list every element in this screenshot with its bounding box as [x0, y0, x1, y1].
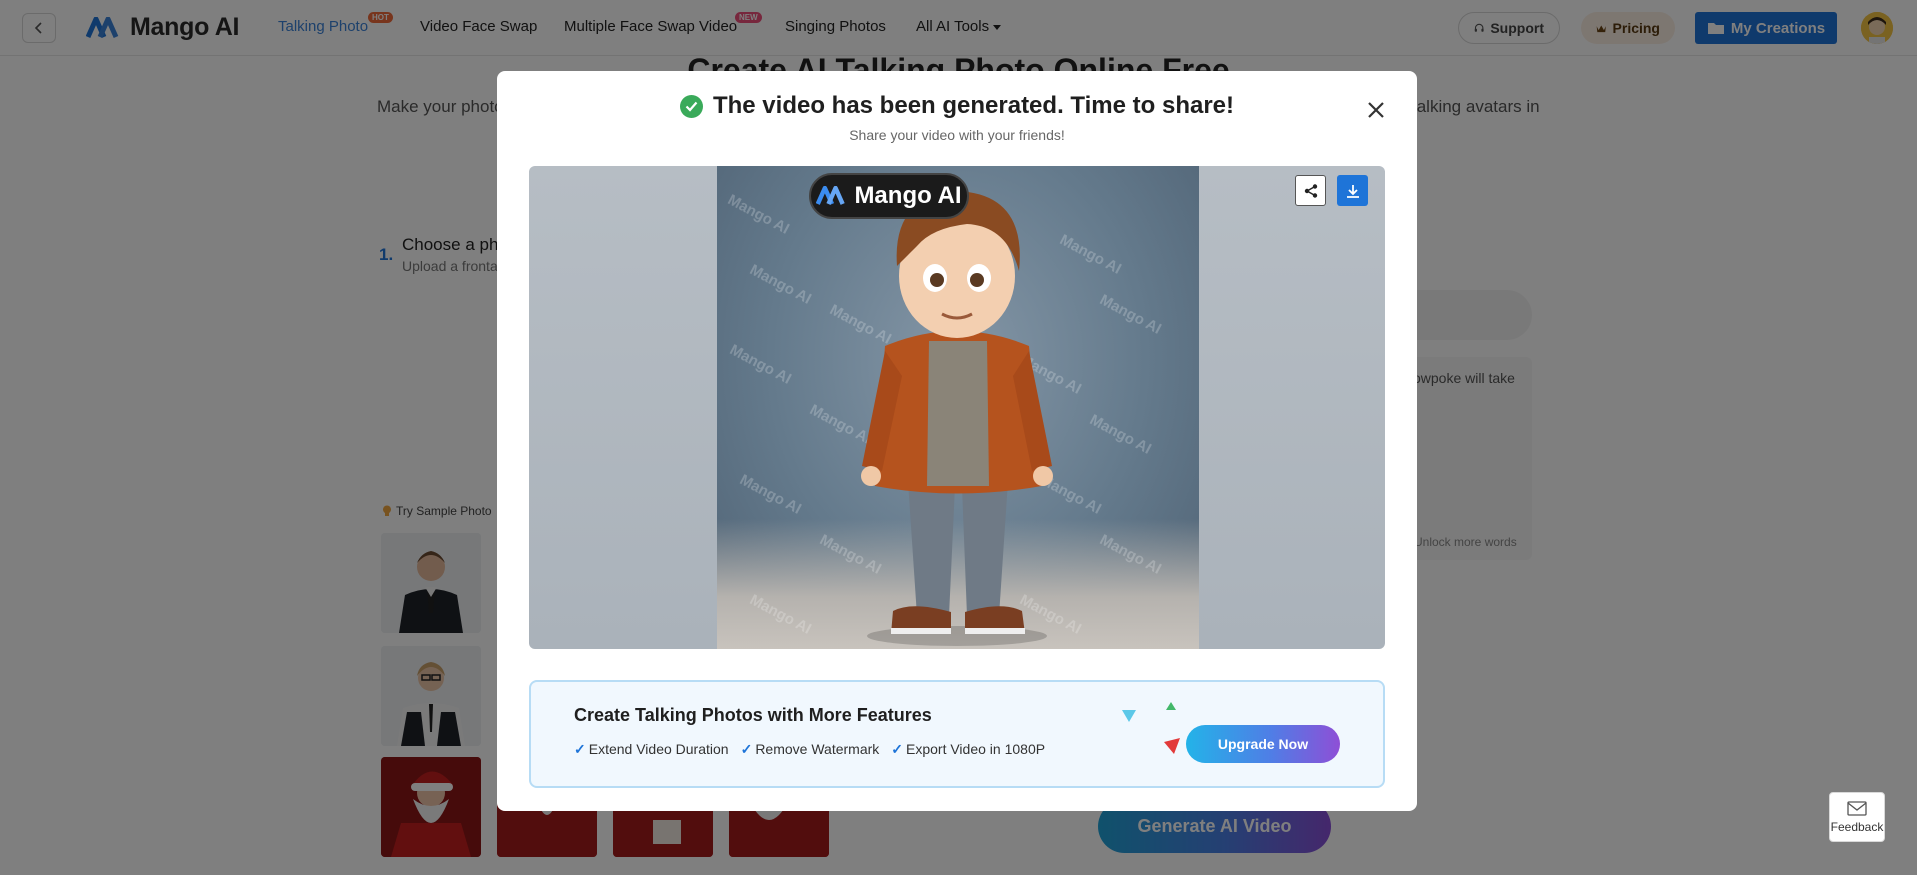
feedback-label: Feedback [1830, 819, 1884, 834]
checkmark-icon: ✓ [740, 741, 753, 757]
video-generated-modal: The video has been generated. Time to sh… [497, 71, 1417, 811]
upgrade-title: Create Talking Photos with More Features [574, 705, 932, 725]
feature-list: ✓ Extend Video Duration ✓ Remove Watermark… [574, 741, 1045, 758]
video-player[interactable]: Mango AI Mango AI Mango AI Mango AI Mang… [529, 166, 1385, 649]
modal-title: The video has been generated. Time to sh… [712, 92, 1235, 119]
feature-item: ✓ Export Video in 1080P [891, 741, 1045, 758]
upgrade-now-button[interactable]: Upgrade Now [1186, 725, 1340, 763]
feature-text: Remove Watermark [755, 741, 880, 757]
mail-icon [1847, 800, 1867, 816]
upgrade-banner: Create Talking Photos with More Features… [529, 680, 1385, 788]
check-circle-icon [679, 94, 703, 118]
share-button[interactable] [1295, 175, 1326, 206]
close-icon [1368, 102, 1384, 118]
feature-text: Extend Video Duration [588, 741, 729, 757]
modal-subtitle: Share your video with your friends! [849, 127, 1065, 143]
feedback-button[interactable]: Feedback [1829, 792, 1885, 842]
feature-item: ✓ Extend Video Duration [574, 741, 729, 758]
close-button[interactable] [1365, 99, 1387, 121]
checkmark-icon: ✓ [891, 741, 903, 757]
modal-header: The video has been generated. Time to sh… [497, 92, 1417, 120]
mango-logo-icon [816, 186, 846, 205]
feature-item: ✓ Remove Watermark [741, 741, 880, 758]
video-frame: Mango AI Mango AI Mango AI Mango AI Mang… [717, 166, 1199, 649]
confetti-decoration [1122, 702, 1180, 754]
download-icon [1346, 184, 1359, 198]
checkmark-icon: ✓ [574, 741, 586, 757]
mango-ai-video-badge: Mango AI [809, 173, 969, 219]
download-button[interactable] [1337, 175, 1368, 206]
feature-text: Export Video in 1080P [906, 741, 1046, 757]
cartoon-boy-character [861, 191, 1053, 646]
video-badge-text: Mango AI [854, 182, 962, 209]
share-icon [1304, 183, 1317, 198]
